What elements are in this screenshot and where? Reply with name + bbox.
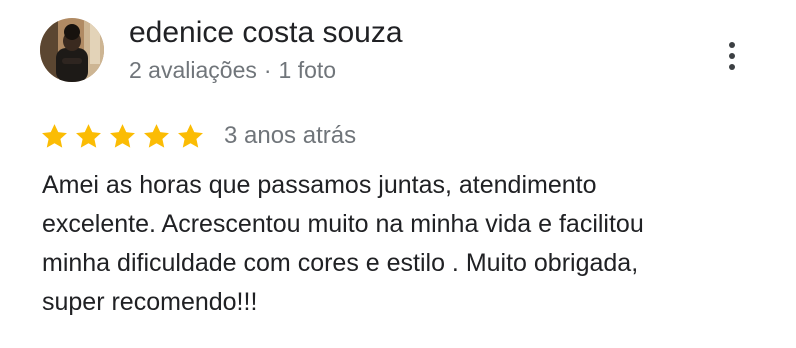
review-card: edenice costa souza 2 avaliações · 1 foto … — [0, 0, 796, 348]
rating-row: 3 anos atrás — [40, 118, 356, 154]
star-icon — [178, 123, 203, 148]
avatar[interactable] — [40, 18, 104, 82]
review-count: 2 avaliações — [129, 57, 257, 83]
review-line: excelente. Acrescentou muito na minha vi… — [42, 210, 644, 238]
author-name[interactable]: edenice costa souza — [129, 14, 403, 52]
star-icon — [42, 123, 67, 148]
review-line: Amei as horas que passamos juntas, atend… — [42, 171, 597, 199]
review-line: super recomendo!!! — [42, 288, 258, 316]
more-vert-icon-dot — [729, 53, 735, 59]
star-icon — [76, 123, 101, 148]
review-text: Amei as horas que passamos juntas, atend… — [42, 166, 762, 322]
avatar-photo — [40, 18, 104, 82]
star-icon — [144, 123, 169, 148]
review-date: 3 anos atrás — [224, 122, 357, 149]
star-icon — [110, 123, 135, 148]
more-vert-icon — [729, 42, 735, 48]
meta-separator: · — [263, 57, 272, 83]
more-vert-icon-dot — [729, 64, 735, 70]
star-rating — [40, 122, 205, 151]
photo-count: 1 foto — [278, 57, 337, 83]
more-options-button[interactable] — [716, 34, 748, 78]
review-line: minha dificuldade com cores e estilo . M… — [42, 249, 639, 277]
author-meta: 2 avaliações · 1 foto — [129, 54, 336, 86]
